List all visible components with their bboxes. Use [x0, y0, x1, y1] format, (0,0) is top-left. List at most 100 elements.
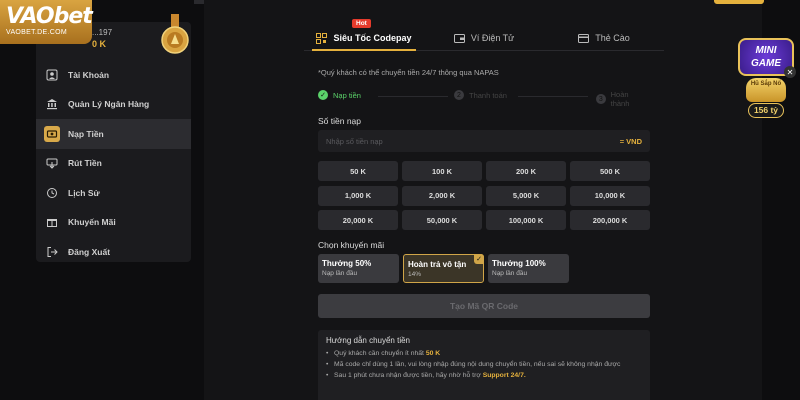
qr-icon: [316, 32, 328, 44]
step-connector: [518, 96, 588, 97]
wallet-icon: [453, 33, 465, 43]
napas-note: *Quý khách có thể chuyển tiền 24/7 thông…: [318, 68, 499, 77]
amount-option-button[interactable]: 1,000 K: [318, 185, 398, 206]
jackpot-value: 156 tỷ: [748, 103, 784, 118]
logo-text: VAObet: [6, 4, 93, 29]
rank-medal-icon: [161, 14, 189, 54]
step-deposit: ✓ Nạp tiền: [318, 90, 361, 100]
sidebar-item-label: Khuyến Mãi: [68, 217, 116, 228]
step-payment: 2 Thanh toán: [454, 90, 507, 100]
tab-codepay[interactable]: Hot Siêu Tốc Codepay: [304, 19, 424, 48]
guide-item: Quý khách cần chuyển ít nhất 50 K: [326, 348, 642, 359]
promo-bonus-100[interactable]: Thưởng 100% Nạp lần đầu: [488, 254, 569, 283]
promo-subtitle: Nạp lần đầu: [322, 270, 358, 277]
promo-title: Hoàn trả vô tận: [408, 260, 467, 269]
step-label: Hoàn thành: [610, 90, 630, 108]
promo-subtitle: 14%: [408, 271, 422, 278]
amount-option-button[interactable]: 5,000 K: [486, 185, 566, 206]
active-tab-indicator: [312, 49, 416, 51]
sidebar-item-bank[interactable]: Quản Lý Ngân Hàng: [36, 90, 191, 120]
guide-item: Sau 1 phút chưa nhận được tiền, hãy nhờ …: [326, 370, 642, 381]
step-label: Thanh toán: [469, 90, 507, 100]
amount-label: Số tiền nạp: [318, 116, 362, 126]
sidebar-item-label: Đăng Xuất: [68, 246, 111, 257]
sidebar-item-account[interactable]: Tài Khoản: [36, 60, 191, 90]
gift-icon: [44, 214, 60, 230]
sidebar-item-label: Quản Lý Ngân Hàng: [68, 99, 150, 110]
bank-icon: [44, 96, 60, 112]
guide-highlight: 50 K: [425, 350, 441, 357]
guide-text: Quý khách cần chuyển ít nhất: [334, 350, 426, 357]
step-complete: 3 Hoàn thành: [596, 90, 648, 108]
promo-subtitle: Nạp lần đầu: [492, 270, 528, 277]
sidebar-item-label: Rút Tiền: [68, 158, 102, 169]
sidebar-item-deposit[interactable]: Nạp Tiền: [36, 119, 191, 149]
support-link[interactable]: Support 24/7.: [483, 372, 526, 379]
amount-option-button[interactable]: 100,000 K: [486, 210, 566, 230]
card-icon: [578, 33, 590, 43]
promo-options: Thưởng 50% Nạp lần đầu Hoàn trả vô tận 1…: [318, 254, 569, 283]
tab-scratch-card[interactable]: Thẻ Cào: [544, 28, 664, 48]
minigame-title: MINI: [755, 45, 777, 56]
promo-label: Chọn khuyến mãi: [318, 240, 385, 250]
balance: 0 K: [92, 39, 107, 49]
create-qr-button[interactable]: Tạo Mã QR Code: [318, 294, 650, 318]
logo-domain: VAOBET.DE.COM: [6, 29, 67, 36]
brand-logo[interactable]: VAObet VAOBET.DE.COM: [0, 0, 93, 44]
account-sidebar: ...197 0 K Tài Khoản Quản Lý Ngân Hàng N…: [36, 14, 191, 262]
sidebar-item-logout[interactable]: Đăng Xuất: [36, 237, 191, 267]
tab-label: Siêu Tốc Codepay: [333, 33, 412, 43]
logout-icon: [44, 244, 60, 260]
sidebar-item-history[interactable]: Lịch Sử: [36, 178, 191, 208]
withdraw-icon: [44, 155, 60, 171]
guide-text: Sau 1 phút chưa nhận được tiền, hãy nhờ …: [334, 372, 483, 379]
top-edge: [194, 0, 204, 4]
sidebar-item-label: Lịch Sử: [68, 187, 100, 198]
deposit-icon: [44, 125, 60, 142]
amount-input[interactable]: [326, 136, 526, 146]
selected-check-icon: ✓: [474, 254, 484, 264]
deposit-method-tabs: Hot Siêu Tốc Codepay Ví Điện Tử Thẻ Cào: [304, 19, 664, 48]
amount-option-button[interactable]: 20,000 K: [318, 210, 398, 230]
step-connector: [378, 96, 448, 97]
sidebar-item-withdraw[interactable]: Rút Tiền: [36, 149, 191, 179]
promo-title: Thưởng 50%: [322, 259, 372, 268]
promo-bonus-50[interactable]: Thưởng 50% Nạp lần đầu: [318, 254, 399, 283]
username: ...197: [92, 28, 113, 37]
promo-cashback[interactable]: Hoàn trả vô tận 14% ✓: [403, 254, 484, 283]
amount-option-button[interactable]: 50,000 K: [402, 210, 482, 230]
jackpot-label: Hũ Sắp Nổ: [750, 81, 782, 87]
deposit-panel: Hot Siêu Tốc Codepay Ví Điện Tử Thẻ Cào …: [204, 0, 762, 400]
guide-item: Mã code chỉ dùng 1 lần, vui lòng nhập đú…: [326, 359, 642, 370]
guide-text: Mã code chỉ dùng 1 lần, vui lòng nhập đú…: [334, 361, 621, 368]
amount-options: 50 K 100 K 200 K 500 K 1,000 K 2,000 K 5…: [318, 161, 650, 230]
step-label: Nạp tiền: [333, 90, 361, 100]
amount-option-button[interactable]: 100 K: [402, 161, 482, 181]
hot-badge: Hot: [352, 19, 371, 28]
guide-list: Quý khách cần chuyển ít nhất 50 K Mã cod…: [326, 348, 642, 381]
sidebar-item-label: Tài Khoản: [68, 69, 110, 80]
sidebar-menu: Tài Khoản Quản Lý Ngân Hàng Nạp Tiền Rút…: [36, 60, 191, 267]
progress-steps: ✓ Nạp tiền 2 Thanh toán 3 Hoàn thành: [318, 90, 648, 108]
transfer-guide: Hướng dẫn chuyển tiền Quý khách cần chuy…: [318, 330, 650, 400]
amount-field[interactable]: = VND: [318, 130, 650, 152]
step-number: 2: [454, 90, 464, 100]
promo-title: Thưởng 100%: [492, 259, 546, 268]
tab-ewallet[interactable]: Ví Điện Tử: [424, 28, 544, 48]
currency-unit: = VND: [619, 136, 642, 146]
amount-option-button[interactable]: 50 K: [318, 161, 398, 181]
close-icon[interactable]: ✕: [784, 66, 796, 78]
top-right-tab[interactable]: [714, 0, 764, 4]
history-icon: [44, 185, 60, 201]
tab-label: Ví Điện Tử: [470, 33, 515, 43]
amount-option-button[interactable]: 500 K: [570, 161, 650, 181]
guide-title: Hướng dẫn chuyển tiền: [326, 336, 410, 345]
tab-label: Thẻ Cào: [595, 33, 630, 43]
user-icon: [44, 67, 60, 83]
sidebar-item-promotion[interactable]: Khuyến Mãi: [36, 208, 191, 238]
sidebar-item-label: Nạp Tiền: [68, 128, 104, 139]
amount-option-button[interactable]: 200,000 K: [570, 210, 650, 230]
amount-option-button[interactable]: 10,000 K: [570, 185, 650, 206]
amount-option-button[interactable]: 2,000 K: [402, 185, 482, 206]
amount-option-button[interactable]: 200 K: [486, 161, 566, 181]
